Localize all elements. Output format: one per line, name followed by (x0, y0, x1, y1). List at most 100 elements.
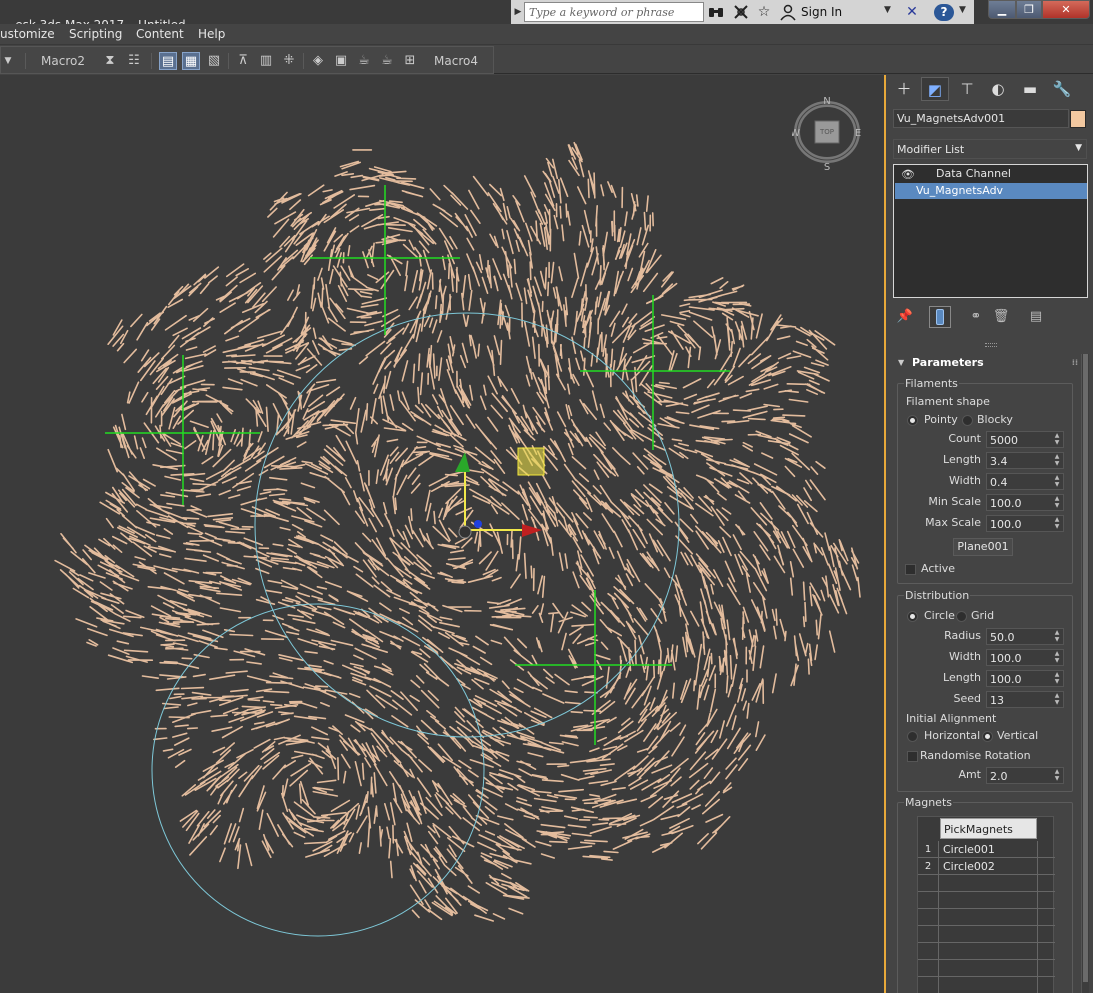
table-row-empty[interactable] (918, 875, 1055, 892)
amt-spinner[interactable]: 2.0 ▲ ▼ (986, 767, 1064, 784)
spinner-value[interactable]: 13 (990, 694, 1004, 707)
menu-content[interactable]: Content (136, 27, 184, 41)
spinner-value[interactable]: 3.4 (990, 455, 1008, 468)
min-scale-spinner[interactable]: 100.0 ▲ ▼ (986, 494, 1064, 511)
radio-grid[interactable] (956, 611, 967, 622)
make-unique-icon[interactable]: ⚭ (965, 306, 987, 328)
spinner-value[interactable]: 5000 (990, 434, 1018, 447)
sign-in-dropdown-icon[interactable]: ▼ (884, 5, 891, 15)
spinner-value[interactable]: 0.4 (990, 476, 1008, 489)
radio-vertical[interactable] (982, 731, 993, 742)
magnet-name[interactable] (940, 875, 1038, 892)
spinner-value[interactable]: 100.0 (990, 652, 1022, 665)
pick-plane-button[interactable]: Plane001 (953, 538, 1013, 556)
teapot-iterative-icon[interactable]: ☕ (378, 52, 396, 70)
sign-in-link[interactable]: Sign In (801, 5, 842, 19)
magnet-name[interactable] (940, 909, 1038, 926)
length-spinner[interactable]: 3.4 ▲ ▼ (986, 452, 1064, 469)
schematic-view-icon[interactable]: ▧ (205, 52, 223, 70)
radius-spinner[interactable]: 50.0 ▲ ▼ (986, 628, 1064, 645)
menu-scripting[interactable]: Scripting (69, 27, 122, 41)
spinner-arrows-icon[interactable]: ▲ ▼ (1053, 495, 1061, 510)
spinner-arrows-icon[interactable]: ▲ ▼ (1053, 516, 1061, 531)
radio-pointy[interactable] (907, 415, 918, 426)
magnet-name[interactable] (940, 892, 1038, 909)
panel-resize-grip[interactable] (985, 343, 997, 347)
spinner-arrows-icon[interactable]: ▲ ▼ (1053, 629, 1061, 644)
active-checkbox[interactable] (905, 564, 916, 575)
search-expand-button[interactable]: ▶ (513, 2, 523, 22)
stack-item-vu-magnetsadv[interactable]: Vu_MagnetsAdv (895, 183, 1087, 199)
help-dropdown-icon[interactable]: ▼ (959, 5, 966, 15)
menu-customize[interactable]: ustomize (0, 27, 55, 41)
render-production-icon[interactable]: ▣ (332, 52, 350, 70)
spinner-arrows-icon[interactable]: ▲ ▼ (1053, 432, 1061, 447)
magnet-name[interactable] (940, 960, 1038, 977)
spinner-arrows-icon[interactable]: ▲ ▼ (1053, 650, 1061, 665)
table-row-empty[interactable] (918, 943, 1055, 960)
render-frame-icon[interactable]: ◈ (309, 52, 327, 70)
create-tab-icon[interactable]: ＋ (890, 77, 918, 101)
show-end-result-icon[interactable] (929, 306, 951, 328)
subscription-icon[interactable] (732, 3, 750, 21)
radio-blocky[interactable] (962, 415, 973, 426)
panel-scrollbar[interactable] (1081, 354, 1089, 993)
binoculars-icon[interactable] (707, 3, 725, 21)
remove-modifier-icon[interactable]: 🗑 (990, 306, 1012, 328)
spinner-value[interactable]: 50.0 (990, 631, 1015, 644)
object-color-swatch[interactable] (1070, 110, 1086, 128)
width-spinner[interactable]: 0.4 ▲ ▼ (986, 473, 1064, 490)
macro4-button[interactable]: Macro4 (433, 52, 479, 70)
magnet-name[interactable] (940, 943, 1038, 960)
star-icon[interactable]: ☆ (755, 3, 773, 21)
display-tab-icon[interactable]: ▬ (1016, 77, 1044, 101)
rollout-header[interactable]: ▼ Parameters ⁞⁞ (895, 354, 1081, 372)
magnet-name[interactable]: Circle002 (940, 858, 1038, 875)
grid-width-spinner[interactable]: 100.0 ▲ ▼ (986, 649, 1064, 666)
help-icon[interactable]: ? (934, 4, 954, 21)
material-editor-icon[interactable]: ▥ (257, 52, 275, 70)
configure-modifier-sets-icon[interactable]: ▤ (1025, 306, 1047, 328)
minimize-button[interactable]: ▁ (988, 0, 1016, 19)
viewcube-face[interactable]: TOP (819, 128, 834, 136)
spinner-value[interactable]: 100.0 (990, 673, 1022, 686)
magnet-name[interactable]: Circle001 (940, 841, 1038, 858)
table-row[interactable]: 1 Circle001 (918, 841, 1055, 858)
spinner-arrows-icon[interactable]: ▲ ▼ (1053, 453, 1061, 468)
teapot-render-icon[interactable]: ☕ (355, 52, 373, 70)
modifier-list-dropdown[interactable]: Modifier List ▼ (893, 139, 1087, 159)
randomise-rotation-checkbox[interactable] (907, 751, 918, 762)
restore-button[interactable]: ❐ (1016, 0, 1042, 19)
layer-explorer-icon[interactable]: ▦ (182, 52, 200, 70)
object-name-field[interactable]: Vu_MagnetsAdv001 (893, 109, 1069, 128)
seed-spinner[interactable]: 13 ▲ ▼ (986, 691, 1064, 708)
spinner-arrows-icon[interactable]: ▲ ▼ (1053, 768, 1061, 783)
modify-tab-icon[interactable]: ◩ (921, 77, 949, 101)
macro2-button[interactable]: Macro2 (41, 52, 85, 70)
radio-circle[interactable] (907, 611, 918, 622)
pin-stack-icon[interactable]: 📌 (894, 306, 916, 328)
hierarchy-tab-icon[interactable]: ⊤ (953, 77, 981, 101)
mirror-icon[interactable]: ⧗ (101, 52, 119, 70)
table-row[interactable]: 2 Circle002 (918, 858, 1055, 875)
viewport-scene[interactable] (0, 75, 884, 993)
table-row-empty[interactable] (918, 960, 1055, 977)
search-input[interactable] (524, 2, 704, 22)
render-setup-icon[interactable]: ⁜ (280, 52, 298, 70)
spinner-arrows-icon[interactable]: ▲ ▼ (1053, 671, 1061, 686)
scrollbar-thumb[interactable] (1083, 354, 1088, 982)
table-header-pickmagnets[interactable]: PickMagnets (940, 818, 1037, 839)
autodesk-exchange-icon[interactable]: ✕ (903, 4, 921, 20)
table-row-empty[interactable] (918, 909, 1055, 926)
max-scale-spinner[interactable]: 100.0 ▲ ▼ (986, 515, 1064, 532)
table-row-empty[interactable] (918, 977, 1055, 993)
table-row-empty[interactable] (918, 926, 1055, 943)
spinner-value[interactable]: 100.0 (990, 497, 1022, 510)
magnet-name[interactable] (940, 926, 1038, 943)
align-icon[interactable]: ☷ (125, 52, 143, 70)
motion-tab-icon[interactable]: ◐ (984, 77, 1012, 101)
viewcube[interactable]: TOP N S E W (790, 96, 862, 173)
count-spinner[interactable]: 5000 ▲ ▼ (986, 431, 1064, 448)
spinner-value[interactable]: 100.0 (990, 518, 1022, 531)
table-row-empty[interactable] (918, 892, 1055, 909)
